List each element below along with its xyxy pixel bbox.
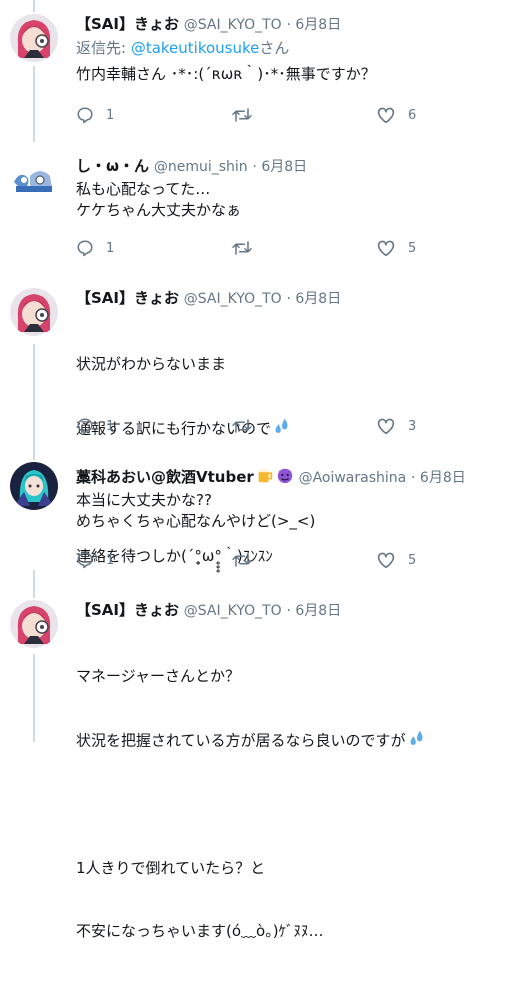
tweet-header: 【SAI】きょお @SAI_KYO_TO · 6月8日 [76, 600, 341, 621]
tweet-text-line: 状況を把握されている方が居るなら良いのですが [76, 729, 426, 753]
tweet-text-line: 1人きりで倒れていたら？と [76, 859, 266, 877]
display-name[interactable]: 【SAI】きょお [76, 601, 179, 619]
tweet[interactable]: 【SAI】きょお @SAI_KYO_TO · 6月8日 マネージャーさんとか？ … [0, 0, 511, 940]
avatar[interactable] [10, 600, 58, 648]
user-handle[interactable]: @SAI_KYO_TO [184, 603, 282, 619]
tweet-text: マネージャーさんとか？ 状況を把握されている方が居るなら良いのですが 1人きりで… [76, 624, 426, 984]
tweet-text-line: 不安になっちゃいます(ó﹏ò。)ｹﾞﾇﾇ… [76, 922, 324, 940]
tweet-text-line: マネージャーさんとか？ [76, 667, 240, 685]
sweat-drops-icon [408, 729, 426, 753]
tweet-date[interactable]: · 6月8日 [286, 603, 341, 619]
